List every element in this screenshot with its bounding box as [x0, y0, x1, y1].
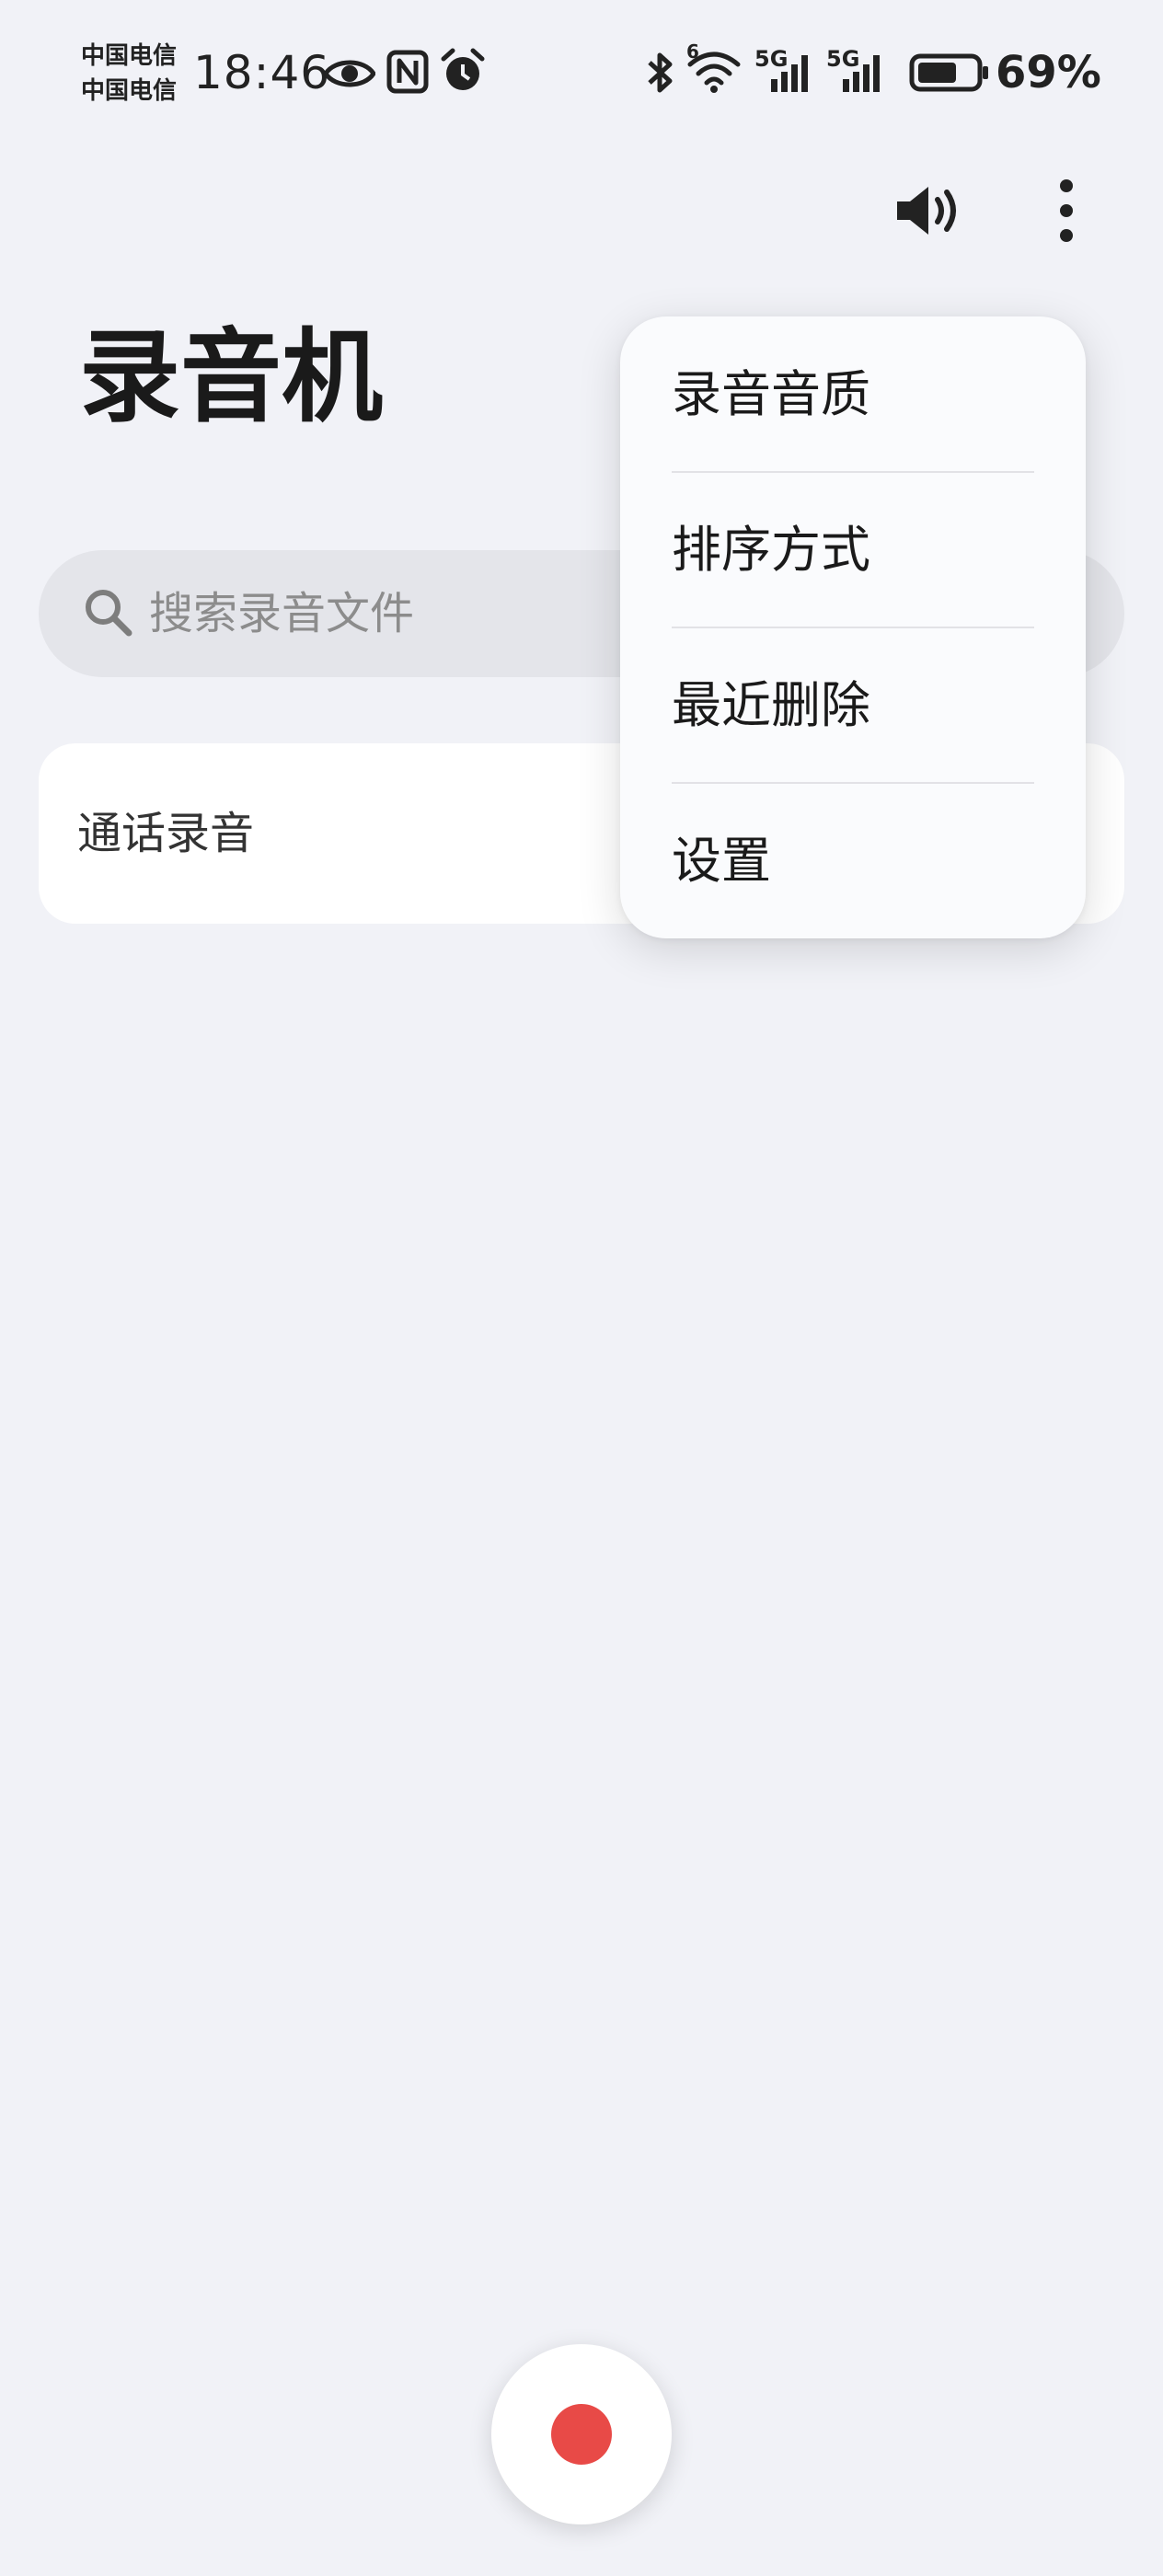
carrier-label: 中国电信 中国电信: [81, 39, 177, 109]
list-item-label: 通话录音: [77, 808, 255, 859]
voice-recorder-screen: 中国电信 中国电信 18:46 6 5G 5G 69% 录音机 搜索录音文件 通…: [0, 0, 1163, 2576]
record-button[interactable]: [491, 2344, 672, 2524]
overflow-menu: 录音音质 排序方式 最近删除 设置: [620, 316, 1086, 938]
more-options-button[interactable]: [1025, 171, 1108, 254]
nfc-icon: [386, 50, 429, 98]
menu-item-sort-order[interactable]: 排序方式: [672, 472, 1034, 627]
alarm-icon: [440, 48, 486, 99]
speaker-icon: [893, 181, 967, 244]
menu-item-audio-quality[interactable]: 录音音质: [672, 316, 1034, 472]
record-icon: [551, 2404, 612, 2465]
menu-item-recently-deleted[interactable]: 最近删除: [672, 627, 1034, 783]
battery-percent: 69%: [996, 47, 1101, 98]
search-icon: [83, 587, 134, 642]
signal-icon: [837, 52, 889, 98]
battery-icon: [909, 53, 992, 96]
speaker-button[interactable]: [889, 171, 972, 254]
carrier-1: 中国电信: [81, 42, 178, 70]
carrier-2: 中国电信: [81, 77, 178, 105]
bluetooth-icon: [642, 50, 679, 99]
status-time: 18:46: [193, 46, 331, 99]
signal-icon: [766, 52, 817, 98]
eye-icon: [323, 53, 376, 98]
status-bar: 中国电信 中国电信 18:46 6 5G 5G 69%: [0, 0, 1163, 147]
menu-item-settings[interactable]: 设置: [672, 783, 1034, 938]
more-vertical-icon: [1057, 177, 1076, 248]
page-title: 录音机: [79, 318, 383, 436]
wifi-badge: 6: [686, 40, 699, 63]
